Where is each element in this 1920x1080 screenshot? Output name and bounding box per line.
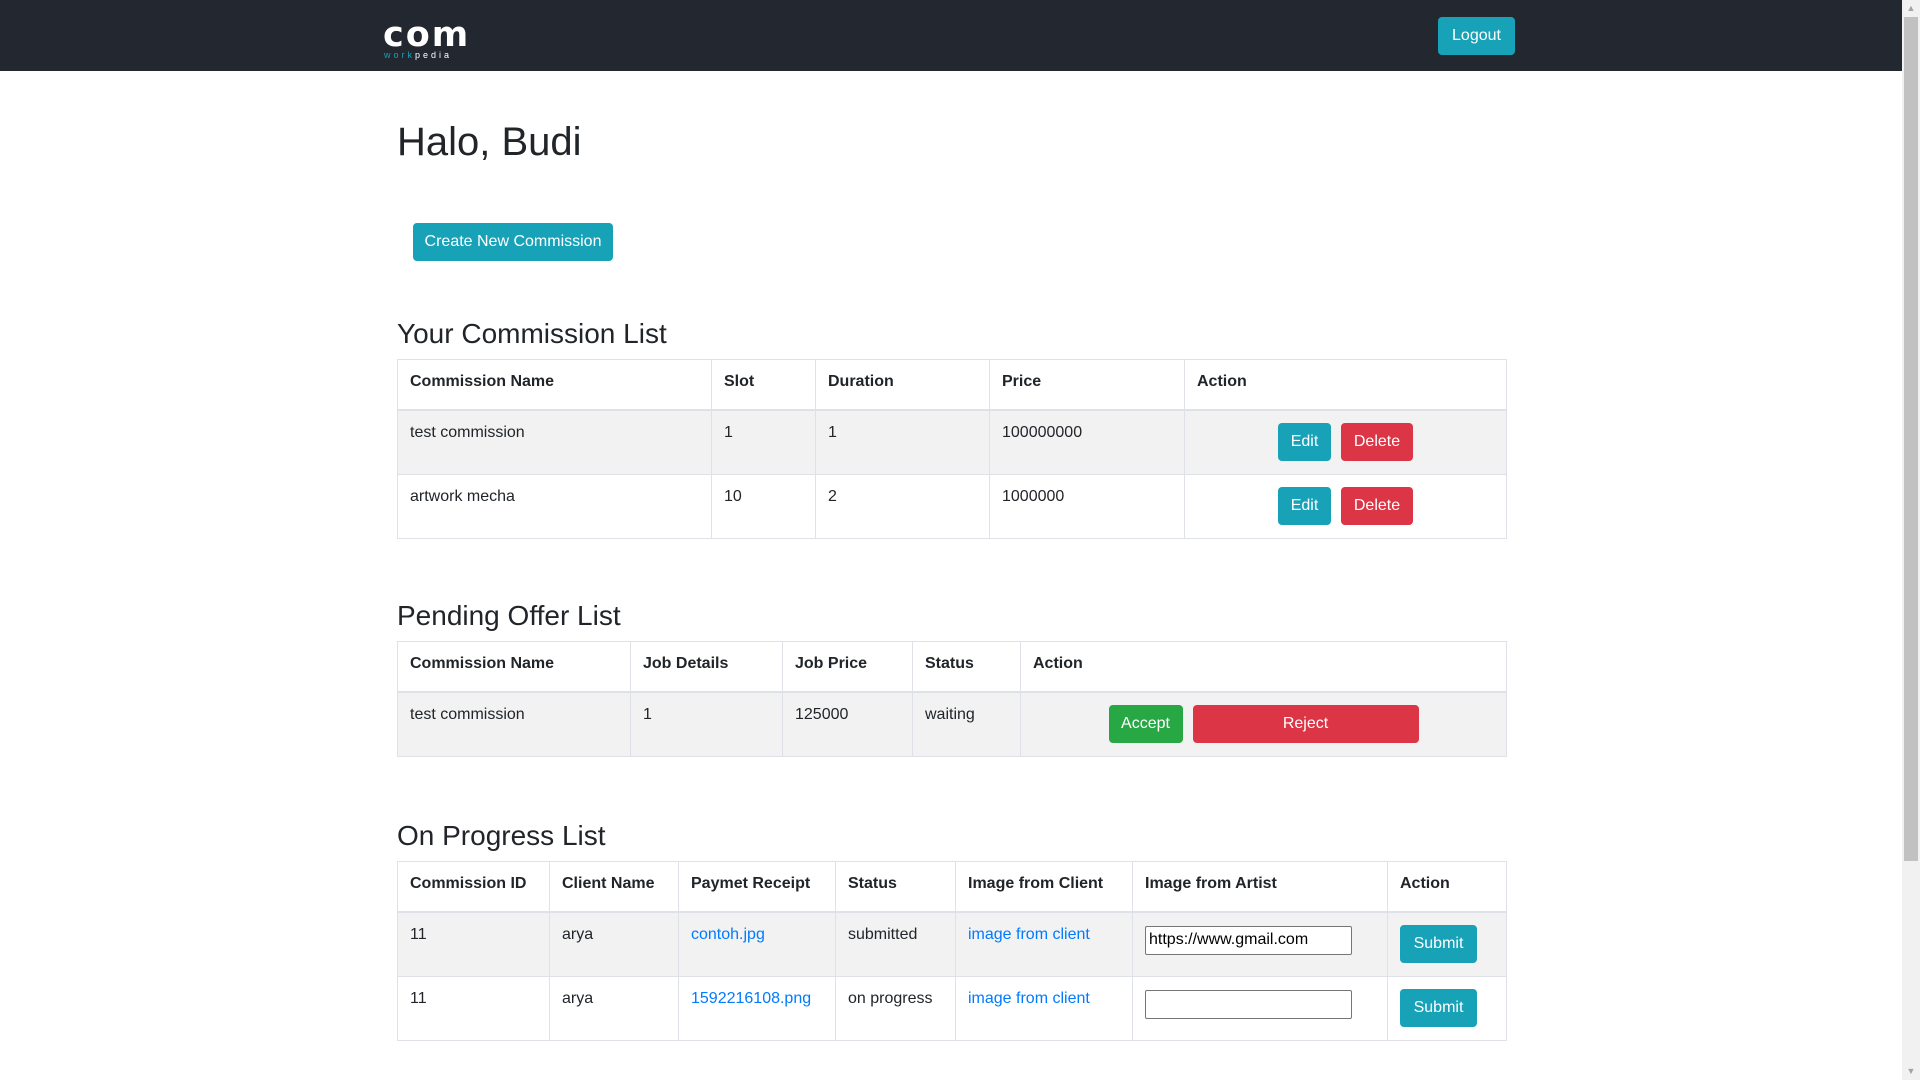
table-header-row: Commission ID Client Name Paymet Receipt… — [397, 861, 1507, 913]
cell-commission-name: test commission — [397, 691, 631, 757]
cell-image-from-artist — [1132, 911, 1388, 977]
greeting-heading: Halo, Budi — [397, 120, 582, 164]
brand-logo[interactable]: com workpedia — [383, 15, 483, 60]
col-action: Action — [1184, 359, 1507, 411]
logo-main-text: com — [383, 15, 471, 55]
edit-button[interactable]: Edit — [1278, 486, 1331, 525]
col-status: Status — [912, 641, 1021, 693]
cell-commission-id: 11 — [397, 975, 550, 1041]
cell-image-from-artist — [1132, 975, 1388, 1041]
table-row: artwork mecha 10 2 1000000 Edit Delete — [397, 473, 1507, 539]
cell-status: submitted — [835, 911, 956, 977]
cell-action: Edit Delete — [1184, 473, 1507, 539]
cell-slot: 1 — [711, 409, 816, 475]
receipt-link[interactable]: contoh.jpg — [691, 926, 765, 943]
col-commission-name: Commission Name — [397, 359, 712, 411]
submit-button[interactable]: Submit — [1400, 988, 1477, 1027]
cell-payment-receipt: contoh.jpg — [678, 911, 836, 977]
artist-image-url-input[interactable] — [1145, 989, 1352, 1019]
scroll-down-arrow-icon[interactable]: ▼ — [1902, 1063, 1920, 1080]
cell-duration: 1 — [815, 409, 990, 475]
table-row: 11 arya 1592216108.png on progress image… — [397, 975, 1507, 1041]
cell-client-name: arya — [549, 975, 679, 1041]
cell-duration: 2 — [815, 473, 990, 539]
col-slot: Slot — [711, 359, 816, 411]
cell-price: 1000000 — [989, 473, 1185, 539]
col-commission-name: Commission Name — [397, 641, 631, 693]
col-duration: Duration — [815, 359, 990, 411]
page-scrollbar[interactable]: ▲ ▼ — [1902, 0, 1920, 1080]
pending-offer-table: Commission Name Job Details Job Price St… — [397, 641, 1507, 757]
col-commission-id: Commission ID — [397, 861, 550, 913]
scroll-up-arrow-icon[interactable]: ▲ — [1902, 0, 1920, 17]
commission-table: Commission Name Slot Duration Price Acti… — [397, 359, 1507, 539]
cell-job-details: 1 — [630, 691, 783, 757]
cell-payment-receipt: 1592216108.png — [678, 975, 836, 1041]
artist-image-url-input[interactable] — [1145, 925, 1352, 955]
commission-list-title: Your Commission List — [397, 318, 667, 349]
table-row: test commission 1 1 100000000 Edit Delete — [397, 409, 1507, 475]
cell-commission-name: test commission — [397, 409, 712, 475]
col-action: Action — [1387, 861, 1507, 913]
reject-button[interactable]: Reject — [1192, 704, 1419, 743]
submit-button[interactable]: Submit — [1400, 924, 1477, 963]
col-payment-receipt: Paymet Receipt — [678, 861, 836, 913]
table-row: 11 arya contoh.jpg submitted image from … — [397, 911, 1507, 977]
cell-image-from-client: image from client — [955, 911, 1133, 977]
col-image-from-artist: Image from Artist — [1132, 861, 1388, 913]
cell-commission-name: artwork mecha — [397, 473, 712, 539]
table-header-row: Commission Name Slot Duration Price Acti… — [397, 359, 1507, 411]
cell-price: 100000000 — [989, 409, 1185, 475]
col-job-details: Job Details — [630, 641, 783, 693]
on-progress-table: Commission ID Client Name Paymet Receipt… — [397, 861, 1507, 1041]
col-job-price: Job Price — [782, 641, 913, 693]
table-header-row: Commission Name Job Details Job Price St… — [397, 641, 1507, 693]
cell-job-price: 125000 — [782, 691, 913, 757]
cell-action: Submit — [1387, 975, 1507, 1041]
top-navbar: com workpedia Logout — [0, 0, 1902, 71]
cell-action: Edit Delete — [1184, 409, 1507, 475]
progress-list-title: On Progress List — [397, 820, 606, 851]
client-image-link[interactable]: image from client — [968, 926, 1090, 943]
logout-button[interactable]: Logout — [1438, 17, 1515, 55]
create-commission-button[interactable]: Create New Commission — [413, 223, 613, 261]
cell-client-name: arya — [549, 911, 679, 977]
delete-button[interactable]: Delete — [1341, 486, 1413, 525]
col-status: Status — [835, 861, 956, 913]
col-client-name: Client Name — [549, 861, 679, 913]
table-row: test commission 1 125000 waiting Accept R… — [397, 691, 1507, 757]
edit-button[interactable]: Edit — [1278, 422, 1331, 461]
cell-action: Accept Reject — [1020, 691, 1507, 757]
pending-list-title: Pending Offer List — [397, 600, 621, 631]
cell-status: on progress — [835, 975, 956, 1041]
scrollbar-thumb[interactable] — [1904, 17, 1918, 861]
col-image-from-client: Image from Client — [955, 861, 1133, 913]
client-image-link[interactable]: image from client — [968, 990, 1090, 1007]
cell-status: waiting — [912, 691, 1021, 757]
receipt-link[interactable]: 1592216108.png — [691, 990, 811, 1007]
cell-commission-id: 11 — [397, 911, 550, 977]
cell-slot: 10 — [711, 473, 816, 539]
cell-image-from-client: image from client — [955, 975, 1133, 1041]
accept-button[interactable]: Accept — [1108, 704, 1183, 743]
cell-action: Submit — [1387, 911, 1507, 977]
col-action: Action — [1020, 641, 1507, 693]
delete-button[interactable]: Delete — [1341, 422, 1413, 461]
col-price: Price — [989, 359, 1185, 411]
